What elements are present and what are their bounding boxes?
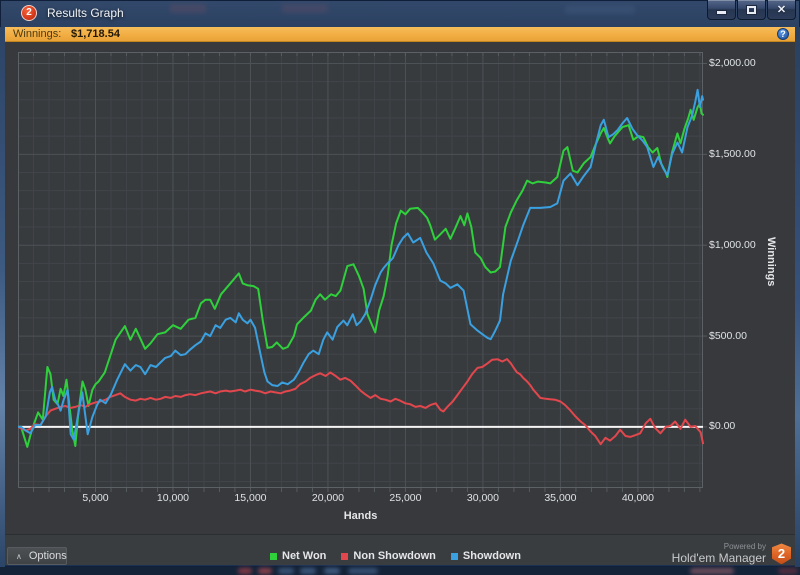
brand-name: Hold'em Manager: [672, 552, 766, 565]
desktop-blob: [324, 568, 340, 574]
close-icon: ✕: [777, 3, 786, 16]
y-tick-label: $2,000.00: [709, 57, 756, 69]
title-bar[interactable]: 2 Results Graph ✕: [0, 0, 800, 27]
showdown-swatch-icon: [451, 553, 458, 560]
close-button[interactable]: ✕: [767, 0, 796, 20]
legend-label: Net Won: [282, 550, 326, 562]
winnings-value: $1,718.54: [71, 28, 120, 40]
legend-label: Showdown: [463, 550, 521, 562]
titlebar-ghost: [170, 4, 206, 13]
maximize-button[interactable]: [737, 0, 766, 20]
desktop-blob: [238, 568, 252, 574]
desktop-blob: [778, 568, 798, 574]
x-tick-label: 15,000: [234, 492, 266, 504]
winnings-label: Winnings:: [13, 28, 61, 40]
desktop-blob: [258, 568, 272, 574]
x-tick-label: 40,000: [622, 492, 654, 504]
legend-item-showdown: Showdown: [451, 550, 521, 562]
caption-buttons: ✕: [707, 0, 796, 20]
bottom-bar: ∧ Options Net Won Non Showdown Showdown …: [5, 534, 795, 565]
x-tick-label: 25,000: [389, 492, 421, 504]
window-title: Results Graph: [47, 0, 124, 27]
chevron-up-icon: ∧: [16, 552, 22, 561]
plot-area: [18, 52, 708, 494]
x-tick-label: 20,000: [312, 492, 344, 504]
minimize-icon: [716, 10, 727, 15]
app-logo-icon: 2: [21, 5, 37, 21]
x-tick-label: 35,000: [544, 492, 576, 504]
desktop-blob: [278, 568, 294, 574]
help-icon[interactable]: ?: [777, 28, 789, 40]
x-tick-label: 5,000: [82, 492, 108, 504]
holdem-manager-logo-icon: 2: [772, 543, 791, 564]
x-axis-title: Hands: [344, 510, 378, 522]
options-button[interactable]: ∧ Options: [7, 547, 67, 565]
desktop-blob: [300, 568, 316, 574]
legend-label: Non Showdown: [353, 550, 435, 562]
legend-item-net-won: Net Won: [270, 550, 326, 562]
titlebar-ghost: [282, 4, 328, 13]
non-showdown-swatch-icon: [341, 553, 348, 560]
minimize-button[interactable]: [707, 0, 736, 20]
desktop-blob: [690, 568, 734, 574]
titlebar-ghost: [565, 5, 635, 14]
legend-item-non-showdown: Non Showdown: [341, 550, 435, 562]
y-tick-label: $1,000.00: [709, 239, 756, 251]
maximize-icon: [747, 6, 756, 14]
y-tick-label: $0.00: [709, 420, 735, 432]
window-frame-right-edge: [795, 27, 800, 567]
y-tick-label: $500.00: [709, 330, 747, 342]
x-tick-label: 30,000: [467, 492, 499, 504]
net-won-swatch-icon: [270, 553, 277, 560]
plot-background: [18, 52, 703, 488]
results-graph-chart: 5,000 10,000 15,000 20,000 25,000 30,000 35,00…: [5, 42, 795, 534]
chart-legend: Net Won Non Showdown Showdown: [270, 550, 521, 562]
branding: Powered by Hold'em Manager 2: [672, 543, 791, 565]
desktop-blob: [348, 568, 378, 574]
options-button-label: Options: [29, 550, 67, 562]
y-tick-label: $1,500.00: [709, 148, 756, 160]
y-axis-title: Winnings: [765, 237, 777, 286]
desktop-strip: [0, 567, 800, 575]
winnings-bar: Winnings: $1,718.54 ?: [5, 27, 795, 42]
x-tick-label: 10,000: [157, 492, 189, 504]
